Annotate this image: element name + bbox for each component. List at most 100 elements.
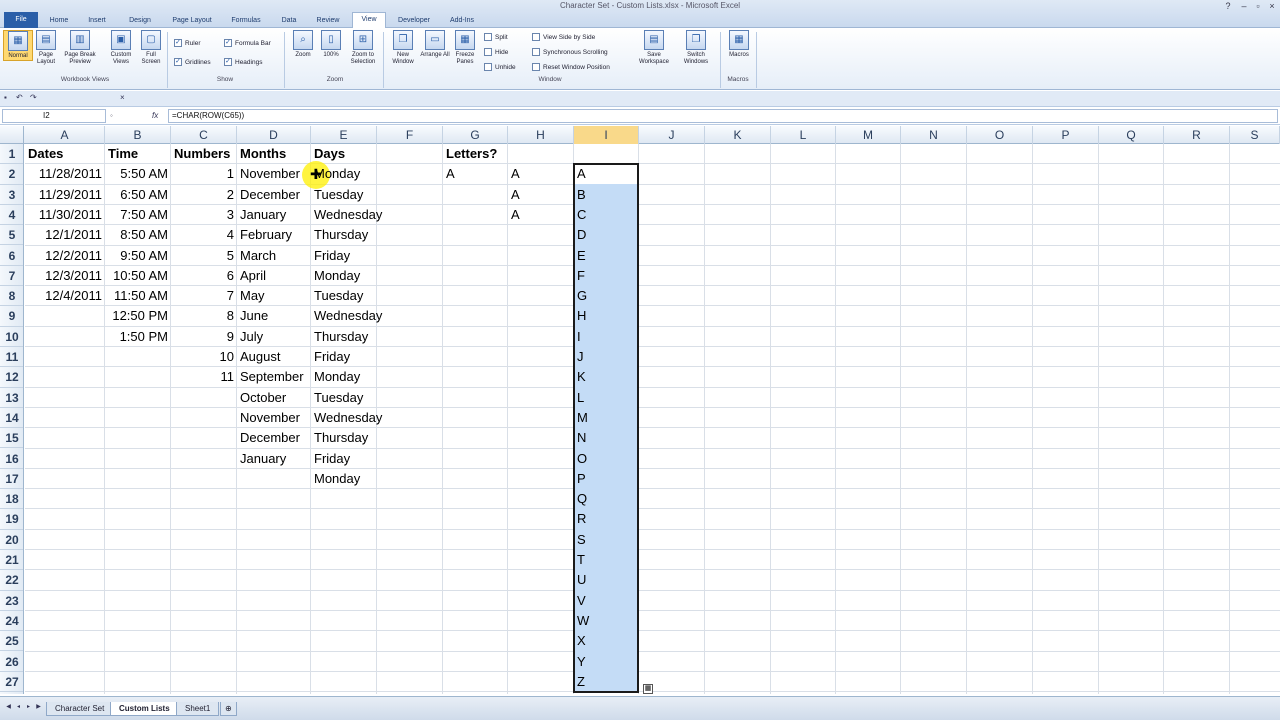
- close-icon[interactable]: ×: [1266, 1, 1278, 11]
- tab-insert[interactable]: Insert: [82, 14, 112, 28]
- row-header-23[interactable]: 23: [0, 591, 23, 611]
- synchronous-scrolling-button[interactable]: Synchronous Scrolling: [532, 47, 608, 59]
- column-header-l[interactable]: L: [771, 126, 836, 144]
- row-header-25[interactable]: 25: [0, 631, 23, 652]
- column-header-q[interactable]: Q: [1099, 126, 1164, 144]
- arrange-all-button[interactable]: ▭ Arrange All: [420, 30, 450, 59]
- sheet-tab-character-set[interactable]: Character Set: [46, 702, 114, 716]
- tab-design[interactable]: Design: [122, 14, 158, 28]
- row-header-14[interactable]: 14: [0, 408, 23, 429]
- column-header-b[interactable]: B: [105, 126, 171, 144]
- row-header-24[interactable]: 24: [0, 611, 23, 632]
- minimize-icon[interactable]: –: [1238, 1, 1250, 11]
- toolbar-close-icon[interactable]: ×: [120, 93, 125, 102]
- page-layout-view-button[interactable]: ▤ Page Layout: [31, 30, 61, 66]
- tab-data[interactable]: Data: [274, 14, 304, 28]
- name-box[interactable]: I2: [2, 109, 106, 123]
- save-icon[interactable]: ▪: [4, 93, 7, 102]
- row-header-15[interactable]: 15: [0, 428, 23, 449]
- zoom-to-selection-button[interactable]: ⊞ Zoom to Selection: [346, 30, 380, 66]
- new-window-button[interactable]: ❐ New Window: [388, 30, 418, 66]
- view-side-by-side-button[interactable]: View Side by Side: [532, 32, 595, 44]
- normal-view-button[interactable]: ▦ Normal: [3, 30, 33, 61]
- row-header-26[interactable]: 26: [0, 652, 23, 672]
- row-header-21[interactable]: 21: [0, 550, 23, 571]
- column-header-e[interactable]: E: [311, 126, 377, 144]
- first-sheet-icon[interactable]: ◀: [4, 703, 13, 712]
- sheet-tab-sheet1[interactable]: Sheet1: [176, 702, 220, 716]
- reset-window-position-button[interactable]: Reset Window Position: [532, 62, 610, 74]
- row-header-27[interactable]: 27: [0, 672, 23, 693]
- macros-button[interactable]: ▦ Macros: [724, 30, 754, 59]
- column-header-s[interactable]: S: [1230, 126, 1280, 144]
- row-header-4[interactable]: 4: [0, 205, 23, 226]
- zoom-button[interactable]: ⌕ Zoom: [288, 30, 318, 59]
- insert-sheet-icon[interactable]: ⊕: [220, 702, 237, 716]
- row-header-5[interactable]: 5: [0, 225, 23, 246]
- cancel-icon[interactable]: ◦: [110, 109, 113, 123]
- headings-checkbox[interactable]: ✓ Headings: [224, 57, 262, 69]
- tab-view[interactable]: View: [352, 12, 386, 29]
- formula-bar-checkbox[interactable]: ✓ Formula Bar: [224, 38, 271, 50]
- cell-grid[interactable]: ✚ Dates Time Numbers Months Days Letters? 11/28…: [25, 144, 1280, 694]
- row-header-7[interactable]: 7: [0, 266, 23, 287]
- tab-file[interactable]: File: [4, 12, 38, 28]
- row-header-1[interactable]: 1: [0, 144, 23, 165]
- column-header-i[interactable]: I: [574, 126, 639, 144]
- row-header-3[interactable]: 3: [0, 185, 23, 205]
- column-header-m[interactable]: M: [836, 126, 901, 144]
- split-button[interactable]: Split: [484, 32, 508, 44]
- row-header-13[interactable]: 13: [0, 388, 23, 408]
- switch-windows-button[interactable]: ❐ Switch Windows: [678, 30, 714, 66]
- row-header-16[interactable]: 16: [0, 449, 23, 469]
- auto-fill-options-icon[interactable]: ▦: [643, 683, 653, 694]
- formula-input[interactable]: =CHAR(ROW(C65)): [168, 109, 1278, 123]
- row-header-2[interactable]: 2: [0, 164, 23, 185]
- tab-add-ins[interactable]: Add-Ins: [444, 14, 480, 28]
- column-header-f[interactable]: F: [377, 126, 443, 144]
- row-header-18[interactable]: 18: [0, 489, 23, 510]
- tab-developer[interactable]: Developer: [392, 14, 436, 28]
- tab-formulas[interactable]: Formulas: [226, 14, 266, 28]
- ruler-checkbox[interactable]: ✓ Ruler: [174, 38, 201, 50]
- last-sheet-icon[interactable]: ▶: [34, 703, 43, 712]
- row-header-9[interactable]: 9: [0, 306, 23, 327]
- row-header-19[interactable]: 19: [0, 509, 23, 530]
- row-header-10[interactable]: 10: [0, 327, 23, 347]
- hide-button[interactable]: Hide: [484, 47, 508, 59]
- full-screen-button[interactable]: ▢ Full Screen: [136, 30, 166, 66]
- sheet-tab-custom-lists[interactable]: Custom Lists: [110, 702, 179, 716]
- column-header-n[interactable]: N: [901, 126, 967, 144]
- unhide-button[interactable]: Unhide: [484, 62, 516, 74]
- row-header-12[interactable]: 12: [0, 367, 23, 388]
- column-header-o[interactable]: O: [967, 126, 1033, 144]
- row-header-11[interactable]: 11: [0, 347, 23, 368]
- save-workspace-button[interactable]: ▤ Save Workspace: [636, 30, 672, 66]
- column-header-a[interactable]: A: [25, 126, 105, 144]
- insert-function-icon[interactable]: fx: [152, 109, 158, 123]
- undo-icon[interactable]: ↶: [16, 93, 23, 102]
- next-sheet-icon[interactable]: ▸: [24, 703, 33, 712]
- column-header-k[interactable]: K: [705, 126, 771, 144]
- tab-review[interactable]: Review: [310, 14, 346, 28]
- row-header-6[interactable]: 6: [0, 246, 23, 266]
- row-header-22[interactable]: 22: [0, 570, 23, 591]
- prev-sheet-icon[interactable]: ◂: [14, 703, 23, 712]
- tab-page-layout[interactable]: Page Layout: [166, 14, 218, 28]
- freeze-panes-button[interactable]: ▦ Freeze Panes: [450, 30, 480, 66]
- column-header-g[interactable]: G: [443, 126, 508, 144]
- column-header-r[interactable]: R: [1164, 126, 1230, 144]
- redo-icon[interactable]: ↷: [30, 93, 37, 102]
- help-icon[interactable]: ?: [1222, 1, 1234, 11]
- select-all-corner[interactable]: [0, 126, 24, 144]
- column-header-h[interactable]: H: [508, 126, 574, 144]
- column-header-d[interactable]: D: [237, 126, 311, 144]
- page-break-preview-button[interactable]: ▥ Page Break Preview: [62, 30, 98, 66]
- row-header-20[interactable]: 20: [0, 530, 23, 550]
- row-header-17[interactable]: 17: [0, 469, 23, 490]
- restore-icon[interactable]: ▫: [1252, 1, 1264, 11]
- tab-home[interactable]: Home: [44, 14, 74, 28]
- zoom-100-button[interactable]: ▯ 100%: [316, 30, 346, 59]
- column-header-j[interactable]: J: [639, 126, 705, 144]
- custom-views-button[interactable]: ▣ Custom Views: [106, 30, 136, 66]
